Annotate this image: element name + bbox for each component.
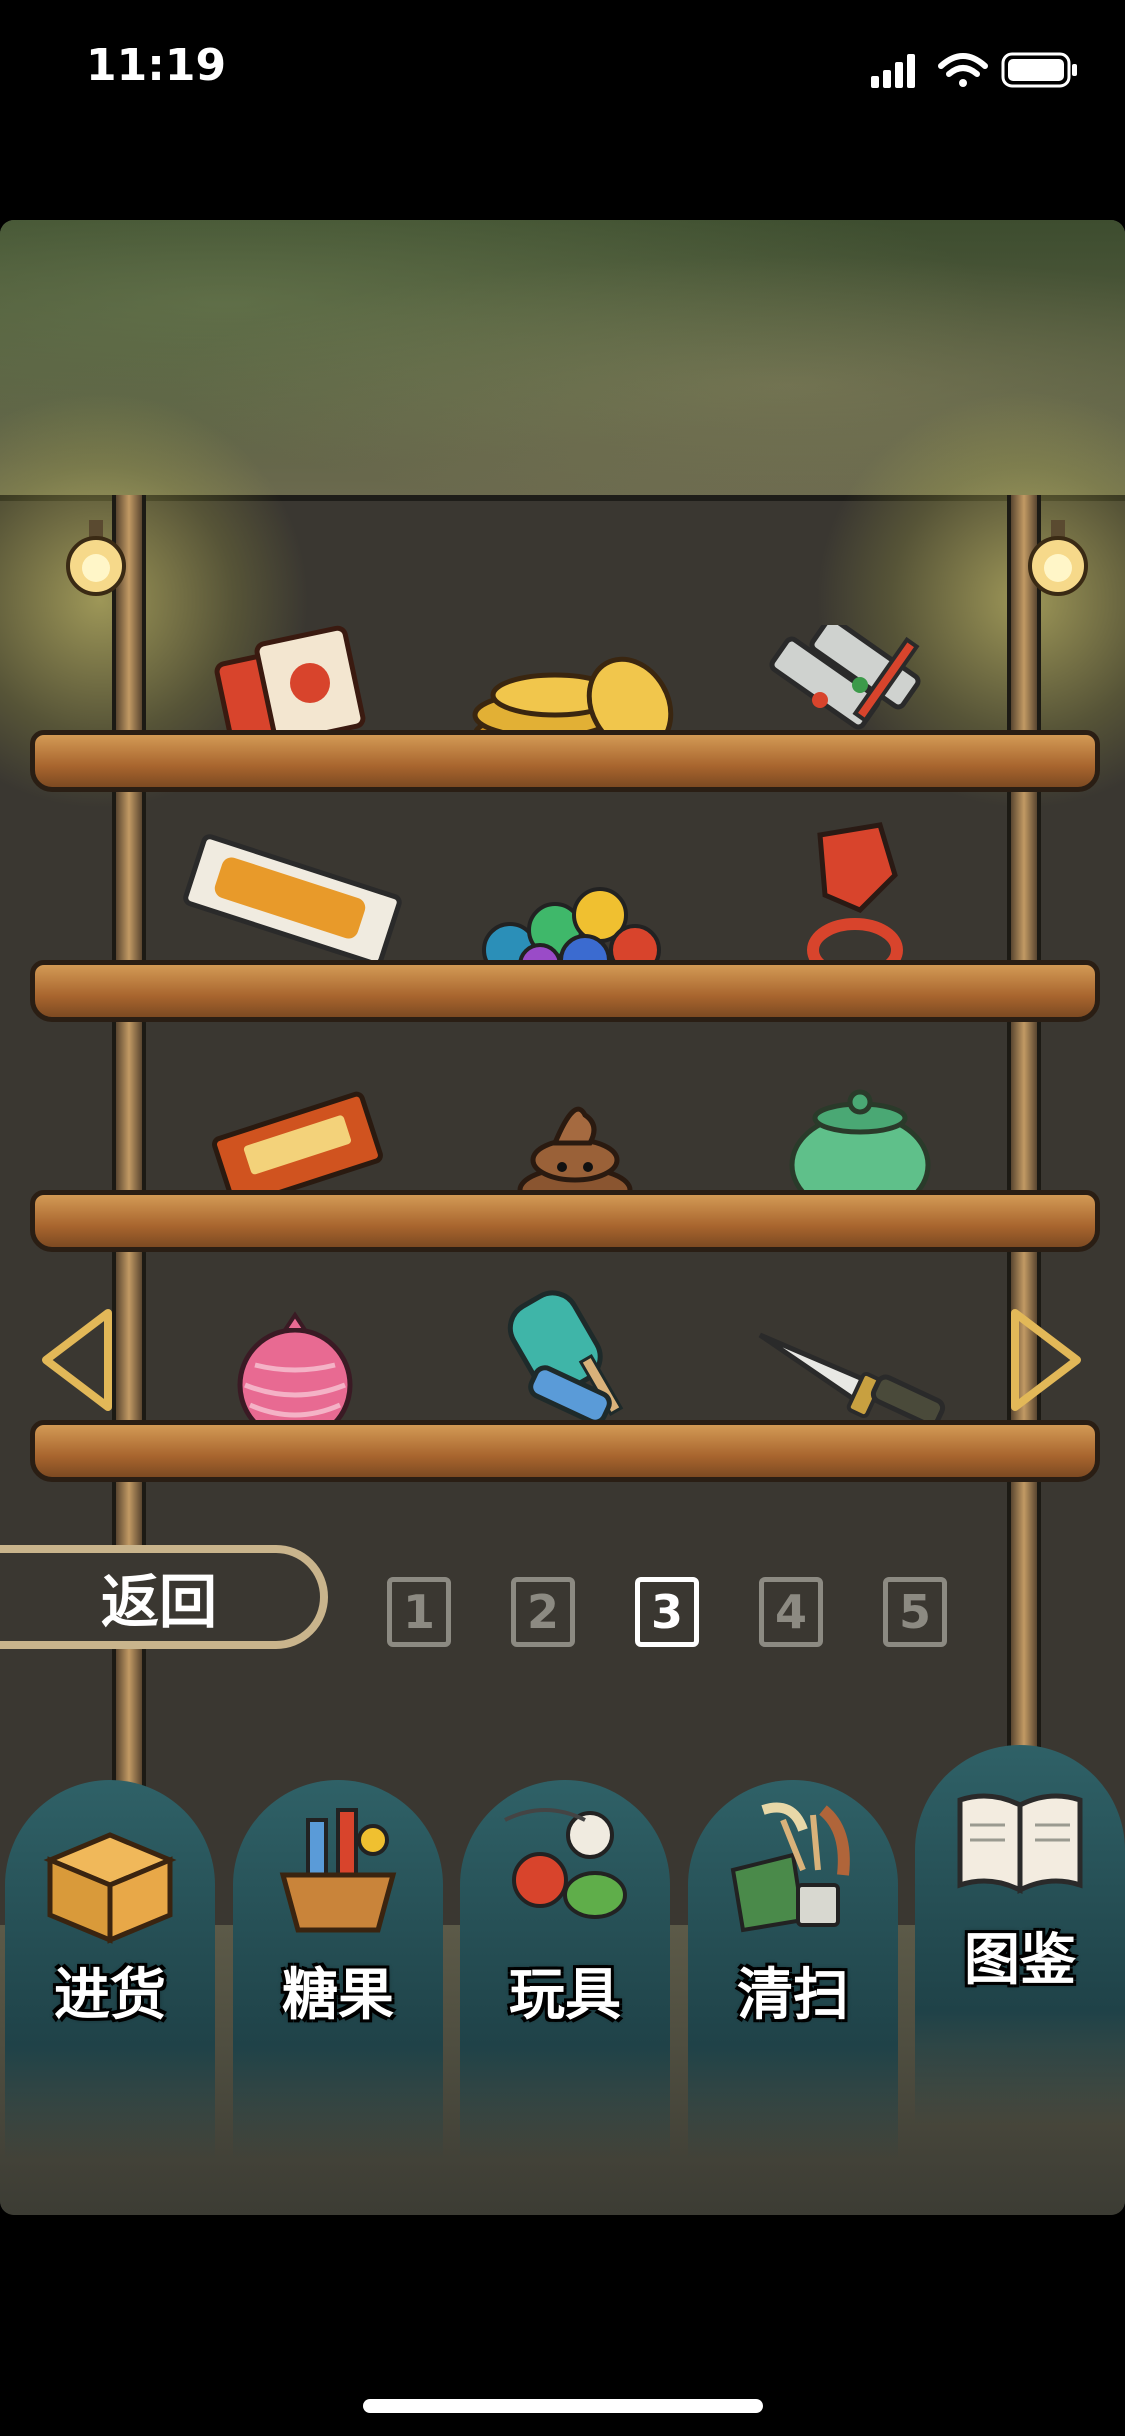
- cellular-icon: [871, 54, 915, 88]
- cleaning-icon: [730, 1802, 850, 1933]
- status-time: 11:19: [86, 40, 227, 91]
- status-bar: 11:19: [0, 0, 1125, 140]
- nav-restock[interactable]: 进货: [5, 1780, 215, 2160]
- game-screen: 返回 1 2 3 4 5 进货 糖果 玩具 清扫 图鉴: [0, 220, 1125, 2215]
- previous-arrow-icon[interactable]: [38, 1305, 118, 1415]
- back-button[interactable]: 返回: [0, 1545, 328, 1649]
- page-button-5[interactable]: 5: [883, 1577, 947, 1647]
- page-label: 2: [526, 1585, 559, 1639]
- shelf-3: [30, 1190, 1100, 1252]
- page-button-2[interactable]: 2: [511, 1577, 575, 1647]
- nav-label-catalog: 图鉴: [964, 1928, 1076, 1993]
- toys-icon: [504, 1808, 627, 1919]
- page-button-1[interactable]: 1: [387, 1577, 451, 1647]
- nav-label-clean: 清扫: [737, 1963, 849, 2028]
- page-label: 5: [898, 1585, 931, 1639]
- light-bulb-icon: [1028, 520, 1088, 596]
- popsicle-icon[interactable]: [490, 1275, 670, 1440]
- nav-label-toys: 玩具: [509, 1963, 621, 2028]
- box-icon: [43, 1832, 177, 1944]
- shelf-1: [30, 730, 1100, 792]
- page-label: 4: [774, 1585, 807, 1639]
- wifi-icon: [938, 53, 988, 87]
- page-label: 1: [402, 1585, 435, 1639]
- light-bulb-icon: [66, 520, 126, 596]
- next-arrow-icon[interactable]: [1005, 1305, 1085, 1415]
- nav-label-restock: 进货: [54, 1963, 166, 2028]
- nav-label-candy: 糖果: [282, 1963, 394, 2028]
- page-label: 3: [650, 1585, 683, 1639]
- shelf-4: [30, 1420, 1100, 1482]
- book-icon: [957, 1793, 1083, 1895]
- nav-toys[interactable]: 玩具: [460, 1780, 670, 2160]
- back-button-label: 返回: [100, 1568, 217, 1636]
- shelf-2: [30, 960, 1100, 1022]
- snack-bar-icon[interactable]: [175, 825, 410, 975]
- candy-basket-icon: [279, 1808, 397, 1933]
- nav-catalog[interactable]: 图鉴: [915, 1745, 1125, 2125]
- status-icons: [871, 52, 1077, 88]
- page-button-4[interactable]: 4: [759, 1577, 823, 1647]
- nav-clean[interactable]: 清扫: [688, 1780, 898, 2160]
- battery-icon: [1001, 52, 1077, 88]
- home-indicator[interactable]: [363, 2399, 763, 2413]
- nav-candy[interactable]: 糖果: [233, 1780, 443, 2160]
- page-button-3[interactable]: 3: [635, 1577, 699, 1647]
